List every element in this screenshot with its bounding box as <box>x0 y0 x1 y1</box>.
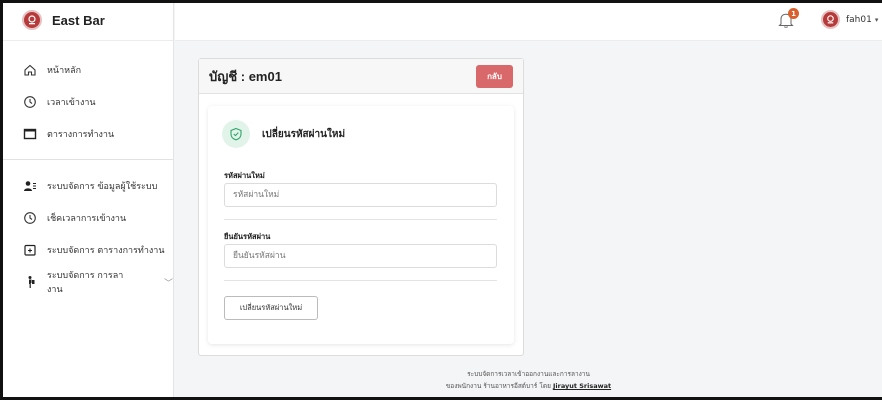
sidebar-item-home[interactable]: หน้าหลัก <box>0 54 173 86</box>
page-title: บัญชี : em01 <box>209 68 282 84</box>
sidebar-item-label: ระบบจัดการ ข้อมูลผู้ใช้ระบบ <box>47 182 158 192</box>
brand[interactable]: East Bar <box>0 0 173 41</box>
home-icon <box>23 63 37 77</box>
calendar-plus-icon <box>23 243 37 257</box>
notification-button[interactable]: 1 <box>778 8 799 29</box>
sidebar: East Bar หน้าหลัก เวลาเข้างาน ตารางการทำ… <box>0 0 174 400</box>
sidebar-item-label: หน้าหลัก <box>47 66 82 76</box>
nav-main: หน้าหลัก เวลาเข้างาน ตารางการทำงาน <box>0 41 173 150</box>
sidebar-item-clock-in[interactable]: เวลาเข้างาน <box>0 86 173 118</box>
confirm-password-input[interactable] <box>224 244 497 268</box>
caret-down-icon: ▾ <box>874 15 879 24</box>
sidebar-item-label: ระบบจัดการ การลางาน <box>47 271 124 295</box>
nav-admin: ระบบจัดการ ข้อมูลผู้ใช้ระบบ เช็คเวลาการเ… <box>0 170 173 298</box>
users-icon <box>23 179 37 193</box>
logo-icon <box>22 10 42 30</box>
confirm-password-label: ยืนยันรหัสผ่าน <box>224 232 271 241</box>
sidebar-item-user-management[interactable]: ระบบจัดการ ข้อมูลผู้ใช้ระบบ <box>0 170 173 202</box>
user-menu[interactable]: fah01 ▾ <box>821 10 878 29</box>
clock-icon <box>23 211 37 225</box>
footer-credit: ของพนักงาน ร้านอาหารอีสต์บาร์ โดย <box>445 382 551 390</box>
shield-check-icon <box>222 120 250 148</box>
sidebar-item-label: ระบบจัดการ ตารางการทำงาน <box>47 246 165 256</box>
sidebar-item-label: เวลาเข้างาน <box>47 98 96 108</box>
username: fah01 <box>846 14 872 25</box>
sidebar-item-check-attendance[interactable]: เช็คเวลาการเข้างาน <box>0 202 173 234</box>
topbar: 1 fah01 ▾ <box>175 0 882 41</box>
divider <box>224 219 497 220</box>
clock-icon <box>23 95 37 109</box>
nav-divider <box>0 159 173 160</box>
section-title: เปลี่ยนรหัสผ่านใหม่ <box>262 128 346 140</box>
change-password-button[interactable]: เปลี่ยนรหัสผ่านใหม่ <box>224 296 318 320</box>
person-walking-icon <box>23 275 37 289</box>
brand-name: East Bar <box>52 12 105 28</box>
divider <box>224 280 497 281</box>
footer-line-1: ระบบจัดการเวลาเข้าออกงานและการลางาน <box>467 370 590 378</box>
sidebar-item-label: เช็คเวลาการเข้างาน <box>47 214 127 224</box>
sidebar-item-label: ตารางการทำงาน <box>47 130 115 140</box>
avatar <box>821 10 840 29</box>
sidebar-item-schedule-management[interactable]: ระบบจัดการ ตารางการทำงาน <box>0 234 173 266</box>
new-password-input[interactable] <box>224 183 497 207</box>
account-card: บัญชี : em01 กลับ เปลี่ยนรหัสผ่านใหม่ รห… <box>198 58 524 356</box>
card-header: บัญชี : em01 กลับ <box>199 59 523 94</box>
chevron-down-icon[interactable]: ﹀ <box>164 276 173 289</box>
notification-badge: 1 <box>788 8 799 19</box>
back-button[interactable]: กลับ <box>476 64 513 88</box>
section-header: เปลี่ยนรหัสผ่านใหม่ <box>222 120 345 148</box>
footer-line-2: ของพนักงาน ร้านอาหารอีสต์บาร์ โดย Jirayu… <box>175 380 882 392</box>
sidebar-item-leave-management[interactable]: ระบบจัดการ การลางาน ﹀ <box>0 266 173 298</box>
sidebar-item-schedule[interactable]: ตารางการทำงาน <box>0 118 173 150</box>
change-password-panel: เปลี่ยนรหัสผ่านใหม่ รหัสผ่านใหม่ ยืนยันร… <box>208 106 514 344</box>
author-link[interactable]: Jirayut Srisawat <box>553 382 611 390</box>
new-password-label: รหัสผ่านใหม่ <box>224 171 265 180</box>
table-icon <box>23 127 37 141</box>
footer: ระบบจัดการเวลาเข้าออกงานและการลางาน ของพ… <box>175 368 882 392</box>
